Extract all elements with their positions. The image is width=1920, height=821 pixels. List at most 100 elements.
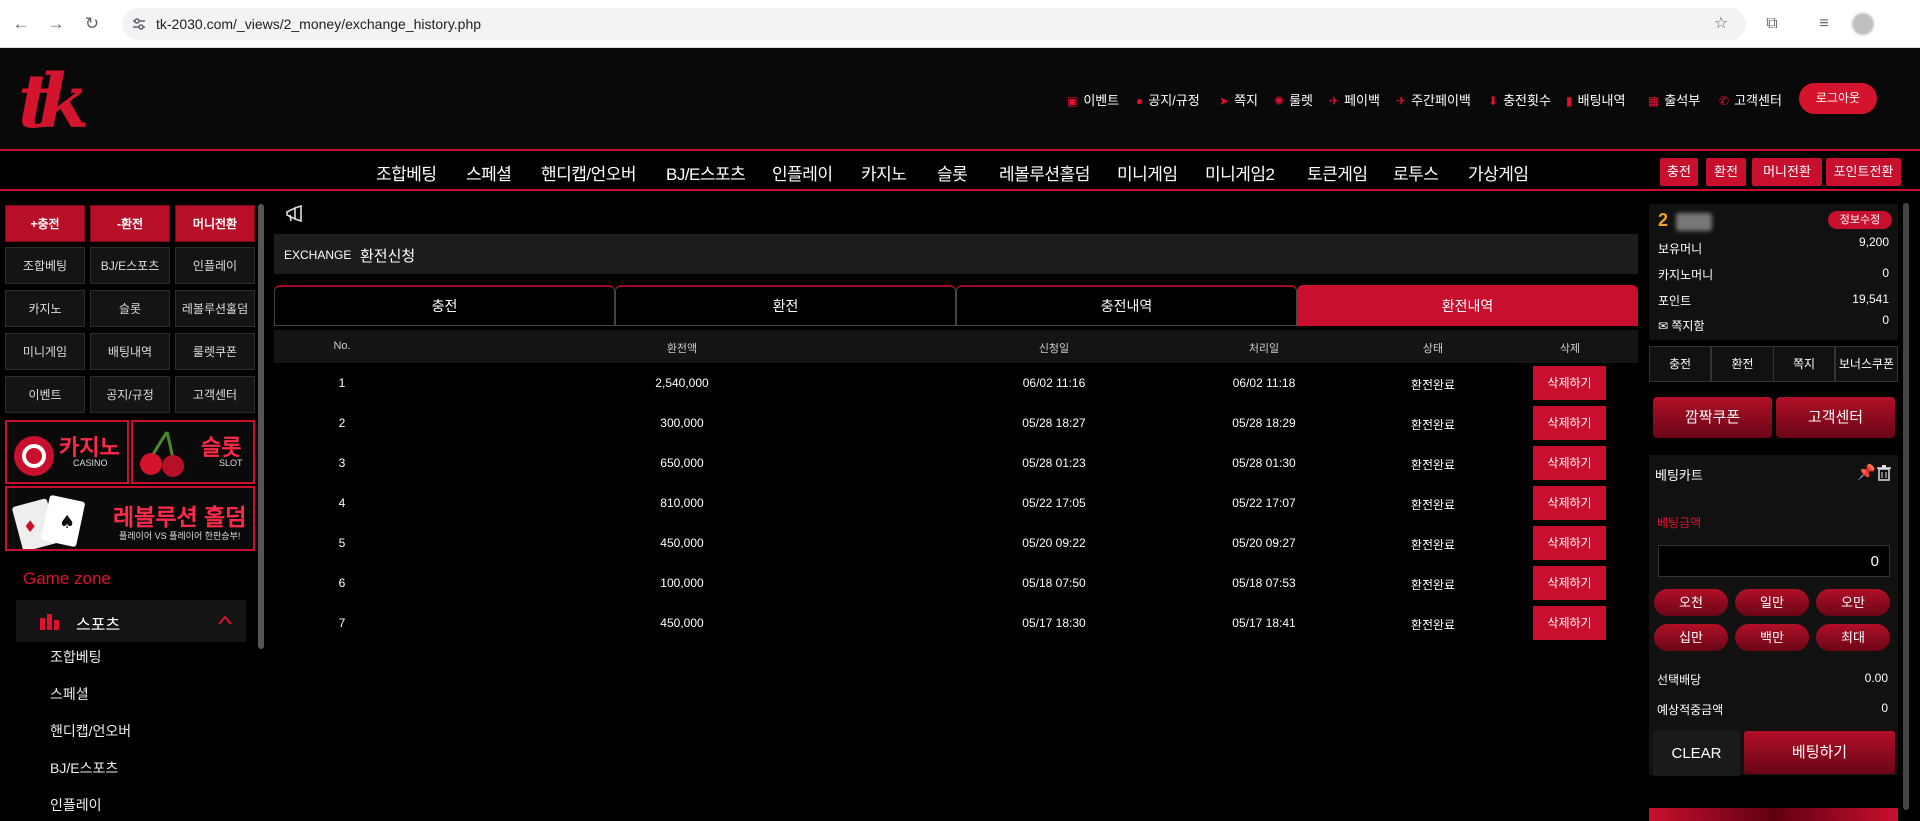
header-link-9[interactable]: ✆ 고객센터 [1719,90,1782,109]
tab-2[interactable]: 충전내역 [956,285,1297,326]
trash-icon[interactable] [1877,465,1891,481]
menu-item-9[interactable]: 미니게임2 [1205,160,1275,185]
header-link-7[interactable]: ▮ 배팅내역 [1566,90,1625,109]
header-link-0[interactable]: ▣ 이벤트 [1067,90,1119,109]
sports-sub-item-3[interactable]: BJ/E스포츠 [50,758,118,778]
bottom-banner[interactable] [1649,808,1898,821]
profile-avatar[interactable] [1852,13,1874,35]
tab-1[interactable]: 환전 [615,285,956,326]
svg-text:♠: ♠ [59,512,75,533]
amount-chip-4[interactable]: 백만 [1735,624,1809,651]
back-icon[interactable]: ← [9,12,33,36]
amount-chip-1[interactable]: 일만 [1735,589,1809,616]
left-grid-btn-9[interactable]: 이벤트 [5,376,85,413]
left-grid-btn-11[interactable]: 고객센터 [175,376,255,413]
menu-item-3[interactable]: BJ/E스포츠 [666,160,746,185]
tab-0[interactable]: 충전 [274,285,615,326]
sports-sub-item-4[interactable]: 인플레이 [50,795,102,815]
left-grid-btn-6[interactable]: 미니게임 [5,333,85,370]
header-link-4[interactable]: ✈ 페이백 [1329,90,1380,109]
left-top-btn-0[interactable]: +충전 [5,205,85,242]
holdem-banner[interactable]: ♠ ♦ 레볼루션 홀덤 플레이어 VS 플레이어 한판승부! [5,486,255,551]
delete-button[interactable]: 삭제하기 [1533,446,1606,480]
menu-item-7[interactable]: 레볼루션홀덤 [999,160,1090,185]
left-grid-btn-10[interactable]: 공지/규정 [90,376,170,413]
delete-button[interactable]: 삭제하기 [1533,406,1606,440]
delete-button[interactable]: 삭제하기 [1533,526,1606,560]
menu-item-8[interactable]: 미니게임 [1117,160,1178,185]
quick-btn-2[interactable]: 머니전환 [1752,158,1822,186]
quick-btn-0[interactable]: 충전 [1660,158,1698,186]
header-link-1[interactable]: ● 공지/규정 [1136,90,1200,109]
left-grid-btn-2[interactable]: 인플레이 [175,247,255,284]
user-action-btn-3[interactable]: 보너스쿠폰 [1835,346,1898,382]
left-top-btn-2[interactable]: 머니전환 [175,205,255,242]
menu-item-10[interactable]: 토큰게임 [1307,160,1368,185]
menu-item-0[interactable]: 조합베팅 [376,160,437,185]
sports-category[interactable]: 스포츠 [16,600,246,642]
delete-button[interactable]: 삭제하기 [1533,566,1606,600]
site-logo[interactable]: tk [18,62,90,142]
bookmark-star-icon[interactable]: ☆ [1709,12,1733,36]
reload-icon[interactable]: ↻ [80,12,104,36]
place-bet-button[interactable]: 베팅하기 [1744,731,1895,774]
menu-item-4[interactable]: 인플레이 [772,160,833,185]
site-info-icon[interactable] [132,17,146,31]
logout-button[interactable]: 로그아웃 [1799,83,1877,114]
header-link-6[interactable]: ⬇ 충전횟수 [1488,90,1551,109]
left-grid-btn-0[interactable]: 조합베팅 [5,247,85,284]
left-grid-btn-7[interactable]: 배팅내역 [90,333,170,370]
menu-item-11[interactable]: 로투스 [1393,160,1439,185]
pin-icon[interactable]: 📌 [1857,463,1876,481]
amount-chip-5[interactable]: 최대 [1816,624,1890,651]
casino-banner[interactable]: 카지노 CASINO [5,420,129,484]
quick-btn-1[interactable]: 환전 [1706,158,1746,186]
surprise-coupon-button[interactable]: 깜짝쿠폰 [1653,397,1772,438]
cell-req: 05/28 18:27 [1022,416,1086,430]
extensions-icon[interactable]: ⧉ [1760,12,1784,36]
left-top-btn-1[interactable]: -환전 [90,205,170,242]
left-grid-btn-3[interactable]: 카지노 [5,290,85,327]
memo-label[interactable]: ✉ 쪽지함 [1658,317,1705,334]
forward-icon[interactable]: → [44,12,68,36]
customer-center-button[interactable]: 고객센터 [1776,397,1895,438]
media-control-icon[interactable]: ≡ [1812,12,1836,36]
cell-req: 05/28 01:23 [1022,456,1086,470]
edit-profile-button[interactable]: 정보수정 [1828,211,1892,229]
quick-btn-3[interactable]: 포인트전환 [1826,158,1901,186]
left-scrollbar[interactable] [258,204,264,649]
menu-item-6[interactable]: 슬롯 [937,160,968,185]
tab-3[interactable]: 환전내역 [1297,285,1638,326]
chevron-up-icon[interactable] [218,615,232,625]
right-scrollbar[interactable] [1903,203,1909,810]
clear-button[interactable]: CLEAR [1653,731,1740,776]
delete-button[interactable]: 삭제하기 [1533,366,1606,400]
left-grid-btn-5[interactable]: 레볼루션홀덤 [175,290,255,327]
header-link-2[interactable]: ➤ 쪽지 [1219,90,1258,109]
address-bar[interactable]: tk-2030.com/_views/2_money/exchange_hist… [122,8,1746,40]
sports-sub-item-0[interactable]: 조합베팅 [50,647,102,667]
delete-button[interactable]: 삭제하기 [1533,606,1606,640]
amount-chip-2[interactable]: 오만 [1816,589,1890,616]
header-link-3[interactable]: ✺ 룰렛 [1274,90,1313,109]
header-link-icon: ▦ [1648,94,1660,108]
left-grid-btn-4[interactable]: 슬롯 [90,290,170,327]
user-action-btn-0[interactable]: 충전 [1649,346,1711,382]
left-grid-btn-8[interactable]: 룰렛쿠폰 [175,333,255,370]
amount-chip-0[interactable]: 오천 [1654,589,1728,616]
header-link-8[interactable]: ▦ 출석부 [1648,90,1700,109]
sports-sub-item-2[interactable]: 핸디캡/언오버 [50,721,131,741]
bet-amount-input[interactable] [1658,545,1890,577]
user-action-btn-2[interactable]: 쪽지 [1773,346,1835,382]
delete-button[interactable]: 삭제하기 [1533,486,1606,520]
user-action-btn-1[interactable]: 환전 [1711,346,1774,382]
slot-banner[interactable]: 슬롯 SLOT [131,420,255,484]
left-grid-btn-1[interactable]: BJ/E스포츠 [90,247,170,284]
menu-item-2[interactable]: 핸디캡/언오버 [541,160,637,185]
sports-sub-item-1[interactable]: 스페셜 [50,684,89,704]
menu-item-5[interactable]: 카지노 [861,160,907,185]
menu-item-12[interactable]: 가상게임 [1468,160,1529,185]
header-link-5[interactable]: ✈ 주간페이백 [1396,90,1471,109]
amount-chip-3[interactable]: 십만 [1654,624,1728,651]
menu-item-1[interactable]: 스페셜 [466,160,512,185]
